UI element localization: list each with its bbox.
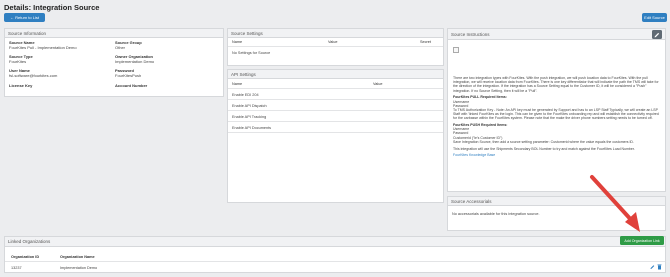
table-header-row: Name Value [228, 79, 443, 89]
edit-source-button[interactable]: Edit Source [642, 13, 667, 22]
page-title: Details: Integration Source [4, 3, 100, 12]
source-instructions-panel: Source Instructions There are two integr… [447, 28, 666, 192]
source-settings-panel: Source Settings Name Value Secret No Set… [227, 28, 444, 66]
field-value: fsl-software@fourkites.com [9, 72, 58, 78]
push-note: Save Integration Source, then add a sour… [453, 139, 634, 144]
source-type-field: Source Type FourKites [9, 54, 33, 65]
table-header-row: Name Value Secret [228, 38, 443, 47]
instructions-closing: This integration will use the Shipments … [453, 146, 635, 151]
password-field: Password FourKitesPush [115, 68, 142, 79]
add-organization-link-button[interactable]: Add Organization Link [620, 236, 664, 245]
panel-header: Source Settings [228, 29, 443, 38]
panel-header: API Settings [228, 70, 443, 79]
broken-image-icon [453, 47, 459, 53]
field-value: FourKitesPush [115, 72, 142, 78]
source-name-field: Source Name FourKites Pull - Implementat… [9, 40, 77, 51]
source-settings-table: Name Value Secret No Settings for Source [228, 38, 443, 65]
source-information-panel: Source Information Source Name FourKites… [4, 28, 224, 97]
column-header-name: Name [232, 40, 243, 44]
panel-header: Linked Organizations [5, 237, 665, 247]
delete-link-icon[interactable] [657, 264, 662, 271]
license-key-field: License Key [9, 83, 33, 89]
table-row: Enable EDI 204 [228, 90, 443, 100]
return-to-list-button[interactable]: ← Return to List [4, 13, 45, 22]
pull-note: To TMS Authorization Key - Note: An API … [453, 107, 659, 121]
edit-link-icon[interactable] [650, 264, 655, 271]
user-name-field: User Name fsl-software@fourkites.com [9, 68, 58, 79]
panel-header: Source Instructions [448, 29, 665, 40]
table-header-row: Organization ID Organization Name [5, 253, 665, 262]
column-header-value: Value [328, 40, 338, 44]
table-row: 13237 Implementation Demo [5, 263, 665, 272]
column-header-org-id: Organization ID [11, 255, 40, 259]
knowledge-base-link[interactable]: FourKites Knowledge Base [453, 153, 663, 157]
api-settings-table: Name Value Enable EDI 204 Enable API Dis… [228, 79, 443, 139]
edit-instructions-button[interactable] [652, 30, 662, 39]
column-header-value: Value [373, 81, 383, 86]
empty-message: No Settings for Source [232, 51, 271, 55]
owner-organization-field: Owner Organization Implementation Demo [115, 54, 155, 65]
empty-message: No accessorials available for this integ… [452, 212, 540, 216]
org-id-cell: 13237 [11, 265, 22, 270]
api-settings-panel: API Settings Name Value Enable EDI 204 E… [227, 69, 444, 203]
account-number-field: Account Number [115, 83, 148, 89]
source-accessorials-panel: Source Accessorials No accessorials avai… [447, 196, 666, 231]
instructions-body: There are two integration types with Fou… [453, 76, 663, 157]
instructions-intro: There are two integration types with Fou… [453, 76, 659, 93]
field-label: Account Number [115, 83, 148, 88]
panel-header: Source Information [5, 29, 223, 38]
table-row: Enable API Tracking [228, 112, 443, 122]
field-value: FourKites Pull - Implementation Demo [9, 44, 77, 50]
field-value: Other [115, 44, 126, 50]
table-row: Enable API Dispatch [228, 101, 443, 111]
linked-organizations-table: Organization ID Organization Name 13237 … [5, 253, 665, 273]
panel-header: Source Accessorials [448, 197, 665, 206]
field-value: FourKites [9, 58, 27, 64]
column-header-secret: Secret [420, 40, 431, 44]
linked-organizations-panel: Linked Organizations Organization ID Org… [4, 236, 666, 273]
column-header-org-name: Organization Name [60, 255, 95, 259]
source-group-field: Source Group Other [115, 40, 142, 51]
pencil-icon [654, 32, 660, 37]
field-value: Implementation Demo [115, 58, 155, 64]
field-label: License Key [9, 83, 33, 88]
org-name-cell: Implementation Demo [60, 265, 98, 270]
column-header-name: Name [232, 81, 243, 86]
table-row: Enable API Documents [228, 123, 443, 133]
